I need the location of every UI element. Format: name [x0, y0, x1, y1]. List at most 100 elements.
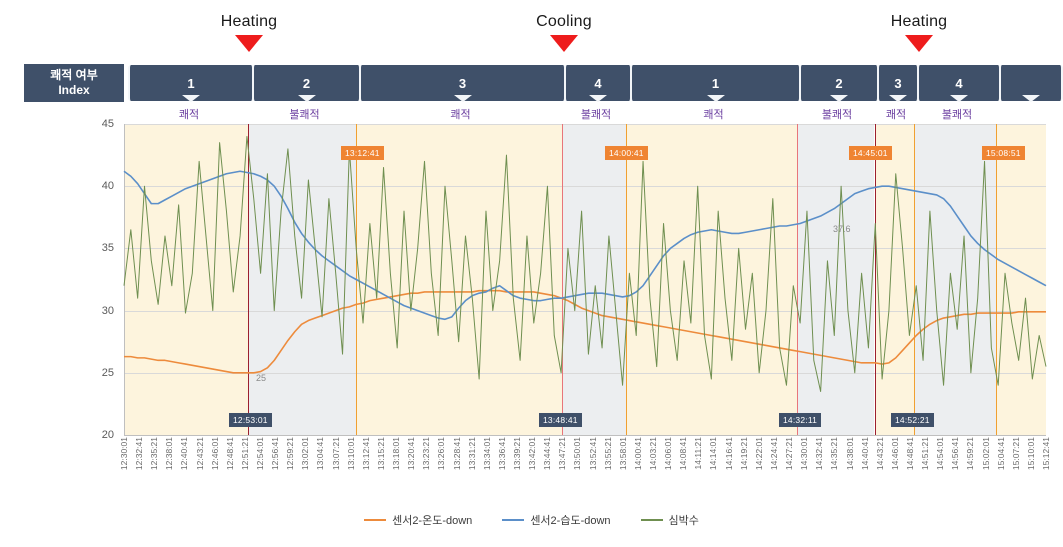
- legend-item-1[interactable]: 센서2-습도-down: [502, 512, 611, 528]
- x-tick-43: 14:24:41: [768, 437, 779, 471]
- comfort-label-6: 쾌적: [885, 109, 907, 121]
- index-segment-1[interactable]: 2: [252, 65, 361, 102]
- x-tick-25: 13:36:41: [496, 437, 507, 471]
- navy-tag-0[interactable]: 12:53:01: [229, 413, 272, 427]
- x-tick-13: 13:04:41: [315, 437, 326, 471]
- index-segment-5[interactable]: 2: [799, 65, 879, 102]
- segment-notch-icon: [297, 95, 316, 102]
- down-triangle-marker-icon: [235, 35, 263, 52]
- x-tick-8: 12:51:21: [239, 437, 250, 471]
- x-tick-58: 15:04:41: [995, 437, 1006, 471]
- legend-item-0[interactable]: 센서2-온도-down: [364, 512, 472, 528]
- x-tick-45: 14:30:01: [799, 437, 810, 471]
- x-tick-37: 14:08:41: [678, 437, 689, 471]
- x-tick-32: 13:55:21: [602, 437, 613, 471]
- index-band-header: 쾌적 여부 Index: [24, 64, 124, 102]
- x-tick-31: 13:52:41: [587, 437, 598, 471]
- x-tick-56: 14:59:21: [965, 437, 976, 471]
- x-tick-34: 14:00:41: [632, 437, 643, 471]
- x-tick-47: 14:35:21: [829, 437, 840, 471]
- x-tick-17: 13:15:21: [375, 437, 386, 471]
- index-segment-0[interactable]: 1: [128, 65, 254, 102]
- y-tick-20: 20: [101, 429, 114, 441]
- orange-tag-0[interactable]: 13:12:41: [341, 146, 384, 160]
- comfort-label-2: 쾌적: [450, 109, 471, 121]
- annotation-cooling-1: Cooling: [504, 12, 624, 52]
- index-header-korean: 쾌적 여부: [50, 68, 98, 82]
- comfort-label-row: 쾌적 불쾌적 쾌적 불쾌적 쾌적 불쾌적 쾌적 불쾌적: [0, 104, 1063, 124]
- y-tick-40: 40: [101, 180, 114, 193]
- x-tick-29: 13:47:21: [557, 437, 568, 471]
- index-segment-3[interactable]: 4: [564, 65, 632, 102]
- x-tick-59: 15:07:21: [1010, 437, 1021, 471]
- x-tick-6: 12:46:01: [209, 437, 220, 471]
- comfort-label-3: 불쾌적: [580, 109, 612, 121]
- x-tick-57: 15:02:01: [980, 437, 991, 471]
- x-tick-21: 13:26:01: [436, 437, 447, 471]
- series-line-2: [123, 135, 1047, 392]
- x-tick-41: 14:19:21: [738, 437, 749, 471]
- x-tick-1: 12:32:41: [134, 437, 145, 471]
- index-segment-2[interactable]: 3: [359, 65, 566, 102]
- index-segment-7[interactable]: 4: [917, 65, 1001, 102]
- x-tick-33: 13:58:01: [617, 437, 628, 471]
- navy-tag-3[interactable]: 14:52:21: [891, 413, 934, 427]
- navy-tag-1[interactable]: 13:48:41: [539, 413, 582, 427]
- legend-swatch-icon: [502, 518, 525, 522]
- y-axis-labels: 20 25 30 35 40 45: [84, 118, 118, 441]
- navy-tag-2[interactable]: 14:32:11: [779, 413, 822, 427]
- index-header-english: Index: [58, 83, 90, 97]
- x-tick-9: 12:54:01: [255, 437, 266, 471]
- x-tick-49: 14:40:41: [859, 437, 870, 471]
- index-segment-8[interactable]: [999, 65, 1063, 102]
- x-tick-36: 14:06:01: [663, 437, 674, 471]
- x-tick-39: 14:14:01: [708, 437, 719, 471]
- chart-plot-area: [123, 124, 1047, 436]
- x-tick-60: 15:10:01: [1025, 437, 1036, 471]
- x-tick-35: 14:03:21: [648, 437, 659, 471]
- x-tick-52: 14:48:41: [904, 437, 915, 471]
- x-tick-48: 14:38:01: [844, 437, 855, 471]
- x-tick-27: 13:42:01: [527, 437, 538, 471]
- annotation-heating-0: Heating: [189, 12, 309, 52]
- chart-page: Heating Cooling Heating 쾌적 여부 Index 123412…: [0, 0, 1063, 547]
- x-axis-labels: 12:30:01 12:32:41 12:35:21 12:38:01 12:40:41…: [119, 437, 1051, 497]
- x-tick-53: 14:51:21: [920, 437, 931, 471]
- y-tick-30: 30: [101, 304, 114, 317]
- orange-tag-3[interactable]: 15:08:51: [982, 146, 1025, 160]
- x-tick-4: 12:40:41: [179, 437, 190, 471]
- x-tick-19: 13:20:41: [406, 437, 417, 471]
- annotation-label: Cooling: [536, 13, 592, 30]
- index-segment-4[interactable]: 1: [630, 65, 801, 102]
- down-triangle-marker-icon: [550, 35, 578, 52]
- legend-swatch-icon: [640, 518, 663, 522]
- x-tick-51: 14:46:01: [889, 437, 900, 471]
- legend-item-2[interactable]: 심박수: [640, 512, 699, 528]
- legend-swatch-icon: [364, 518, 387, 522]
- x-tick-55: 14:56:41: [950, 437, 961, 471]
- segment-notch-icon: [589, 95, 607, 102]
- x-tick-3: 12:38:01: [164, 437, 175, 471]
- comfort-label-1: 불쾌적: [289, 109, 320, 121]
- orange-tag-2[interactable]: 14:45:01: [849, 146, 892, 160]
- x-tick-28: 13:44:41: [542, 437, 553, 471]
- down-triangle-marker-icon: [905, 35, 933, 52]
- x-tick-10: 12:56:41: [270, 437, 281, 471]
- y-tick-25: 25: [101, 366, 114, 379]
- x-tick-14: 13:07:21: [330, 437, 341, 471]
- legend-label: 심박수: [668, 515, 699, 527]
- x-tick-40: 14:16:41: [723, 437, 734, 471]
- comfort-label-7: 불쾌적: [941, 109, 973, 121]
- x-tick-23: 13:31:21: [466, 437, 477, 471]
- segment-notch-icon: [830, 95, 848, 102]
- data-label-0: 25: [256, 373, 267, 383]
- x-tick-24: 13:34:01: [481, 437, 492, 471]
- gridline-20: [124, 435, 1046, 436]
- orange-tag-1[interactable]: 14:00:41: [605, 146, 648, 160]
- y-tick-35: 35: [101, 242, 114, 255]
- segment-notch-icon: [182, 95, 200, 102]
- x-tick-38: 14:11:21: [693, 437, 704, 470]
- segment-notch-icon: [950, 95, 968, 102]
- annotation-label: Heating: [220, 13, 278, 30]
- index-segment-6[interactable]: 3: [877, 65, 919, 102]
